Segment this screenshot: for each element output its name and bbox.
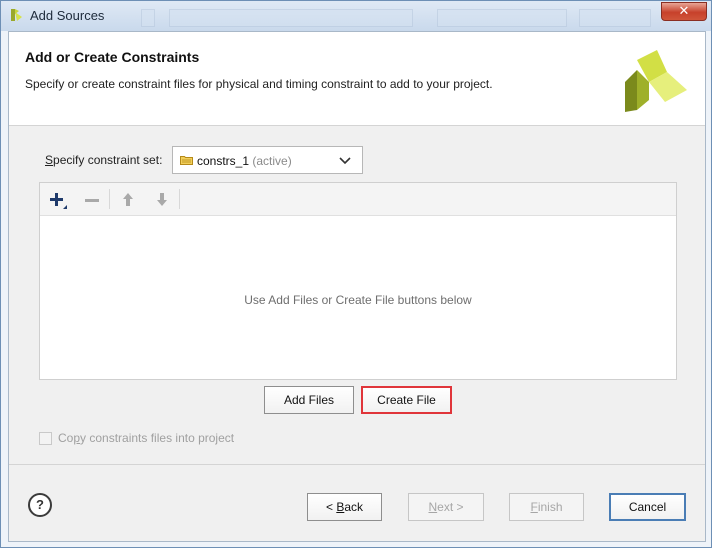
back-button[interactable]: < Back: [307, 493, 382, 521]
dialog-content: Add or Create Constraints Specify or cre…: [8, 31, 706, 542]
constraint-files-list[interactable]: Use Add Files or Create File buttons bel…: [39, 182, 677, 380]
remove-button[interactable]: [80, 189, 104, 211]
copy-constraints-checkbox[interactable]: [39, 432, 52, 445]
wizard-footer: ? < Back Next > Finish Cancel: [9, 464, 705, 541]
label-text: inish: [537, 500, 563, 514]
move-up-button[interactable]: [116, 189, 140, 211]
constraint-set-dropdown[interactable]: constrs_1 (active): [172, 146, 363, 174]
next-button[interactable]: Next >: [408, 493, 484, 521]
close-icon: ✕: [678, 3, 690, 18]
background-window-ghost: [579, 9, 651, 27]
empty-list-message: Use Add Files or Create File buttons bel…: [244, 293, 472, 307]
files-toolbar: [40, 183, 676, 216]
copy-constraints-label: Copy constraints files into project: [58, 431, 234, 445]
window-title: Add Sources: [30, 8, 105, 23]
vivado-logo-icon: [625, 50, 687, 112]
arrow-up-icon: [123, 193, 133, 206]
mnemonic: S: [45, 153, 54, 167]
arrow-down-icon: [157, 193, 167, 206]
toolbar-divider: [109, 189, 110, 209]
label-text: y constraints files into project: [80, 431, 235, 445]
dialog-window: Add Sources ✕ Add or Create Constraints …: [0, 0, 712, 548]
label-text: <: [325, 500, 337, 514]
close-button[interactable]: ✕: [661, 2, 707, 21]
label-text: Co: [58, 431, 74, 445]
add-button[interactable]: [46, 189, 70, 211]
constraint-set-label: Specify constraint set:: [45, 153, 162, 167]
mnemonic: F: [530, 500, 538, 514]
set-name: constrs_1: [197, 154, 250, 168]
label-text: ack: [344, 500, 364, 514]
set-status: (active): [252, 154, 292, 168]
background-window-ghost: [169, 9, 413, 27]
add-files-button[interactable]: Add Files: [264, 386, 354, 414]
minus-icon: [85, 199, 99, 202]
create-file-button[interactable]: Create File: [361, 386, 452, 414]
wizard-body: Specify constraint set: constrs_1 (activ…: [9, 127, 705, 463]
help-icon: ?: [36, 497, 44, 512]
plus-icon: [50, 193, 67, 209]
vivado-app-icon: [11, 9, 22, 21]
selected-value: constrs_1 (active): [197, 154, 292, 168]
title-bar[interactable]: Add Sources ✕: [1, 1, 711, 31]
move-down-button[interactable]: [150, 189, 174, 211]
folder-icon: [180, 156, 193, 165]
background-window-ghost: [437, 9, 567, 27]
label-text: ext >: [437, 500, 464, 514]
background-window-ghost: [141, 9, 155, 27]
label-text: pecify constraint set:: [53, 153, 163, 167]
cancel-button[interactable]: Cancel: [609, 493, 686, 521]
mnemonic: N: [428, 500, 438, 514]
toolbar-divider: [179, 189, 180, 209]
page-subtitle: Specify or create constraint files for p…: [25, 77, 493, 91]
help-button[interactable]: ?: [28, 493, 52, 517]
finish-button[interactable]: Finish: [509, 493, 584, 521]
wizard-header: Add or Create Constraints Specify or cre…: [9, 32, 705, 126]
page-title: Add or Create Constraints: [25, 49, 200, 65]
chevron-down-icon: [339, 157, 351, 165]
